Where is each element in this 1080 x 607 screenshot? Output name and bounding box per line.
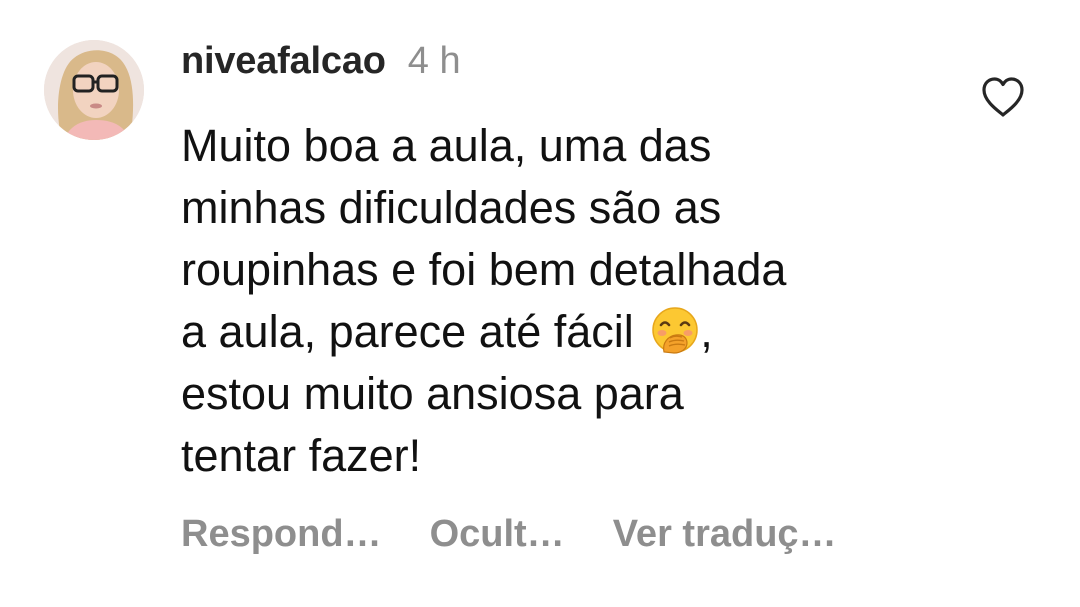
comment-item: niveafalcao 4 h Muito boa a aula, uma da… [0,0,1080,607]
hide-button[interactable]: Ocult… [430,513,565,556]
like-button[interactable] [980,76,1026,118]
reply-button[interactable]: Respond… [181,513,382,556]
avatar-photo [44,40,144,140]
face-with-hand-over-mouth-emoji [650,305,700,355]
comment-header: niveafalcao 4 h [181,40,461,96]
comment-actions: Respond… Ocult… Ver traduç… [181,513,837,556]
heart-outline-icon [982,77,1024,117]
username-link[interactable]: niveafalcao [181,40,386,83]
comment-text: Muito boa a aula, uma das minhas dificul… [181,115,941,487]
see-translation-button[interactable]: Ver traduç… [613,513,837,556]
timestamp: 4 h [407,40,461,82]
avatar[interactable] [44,40,144,140]
